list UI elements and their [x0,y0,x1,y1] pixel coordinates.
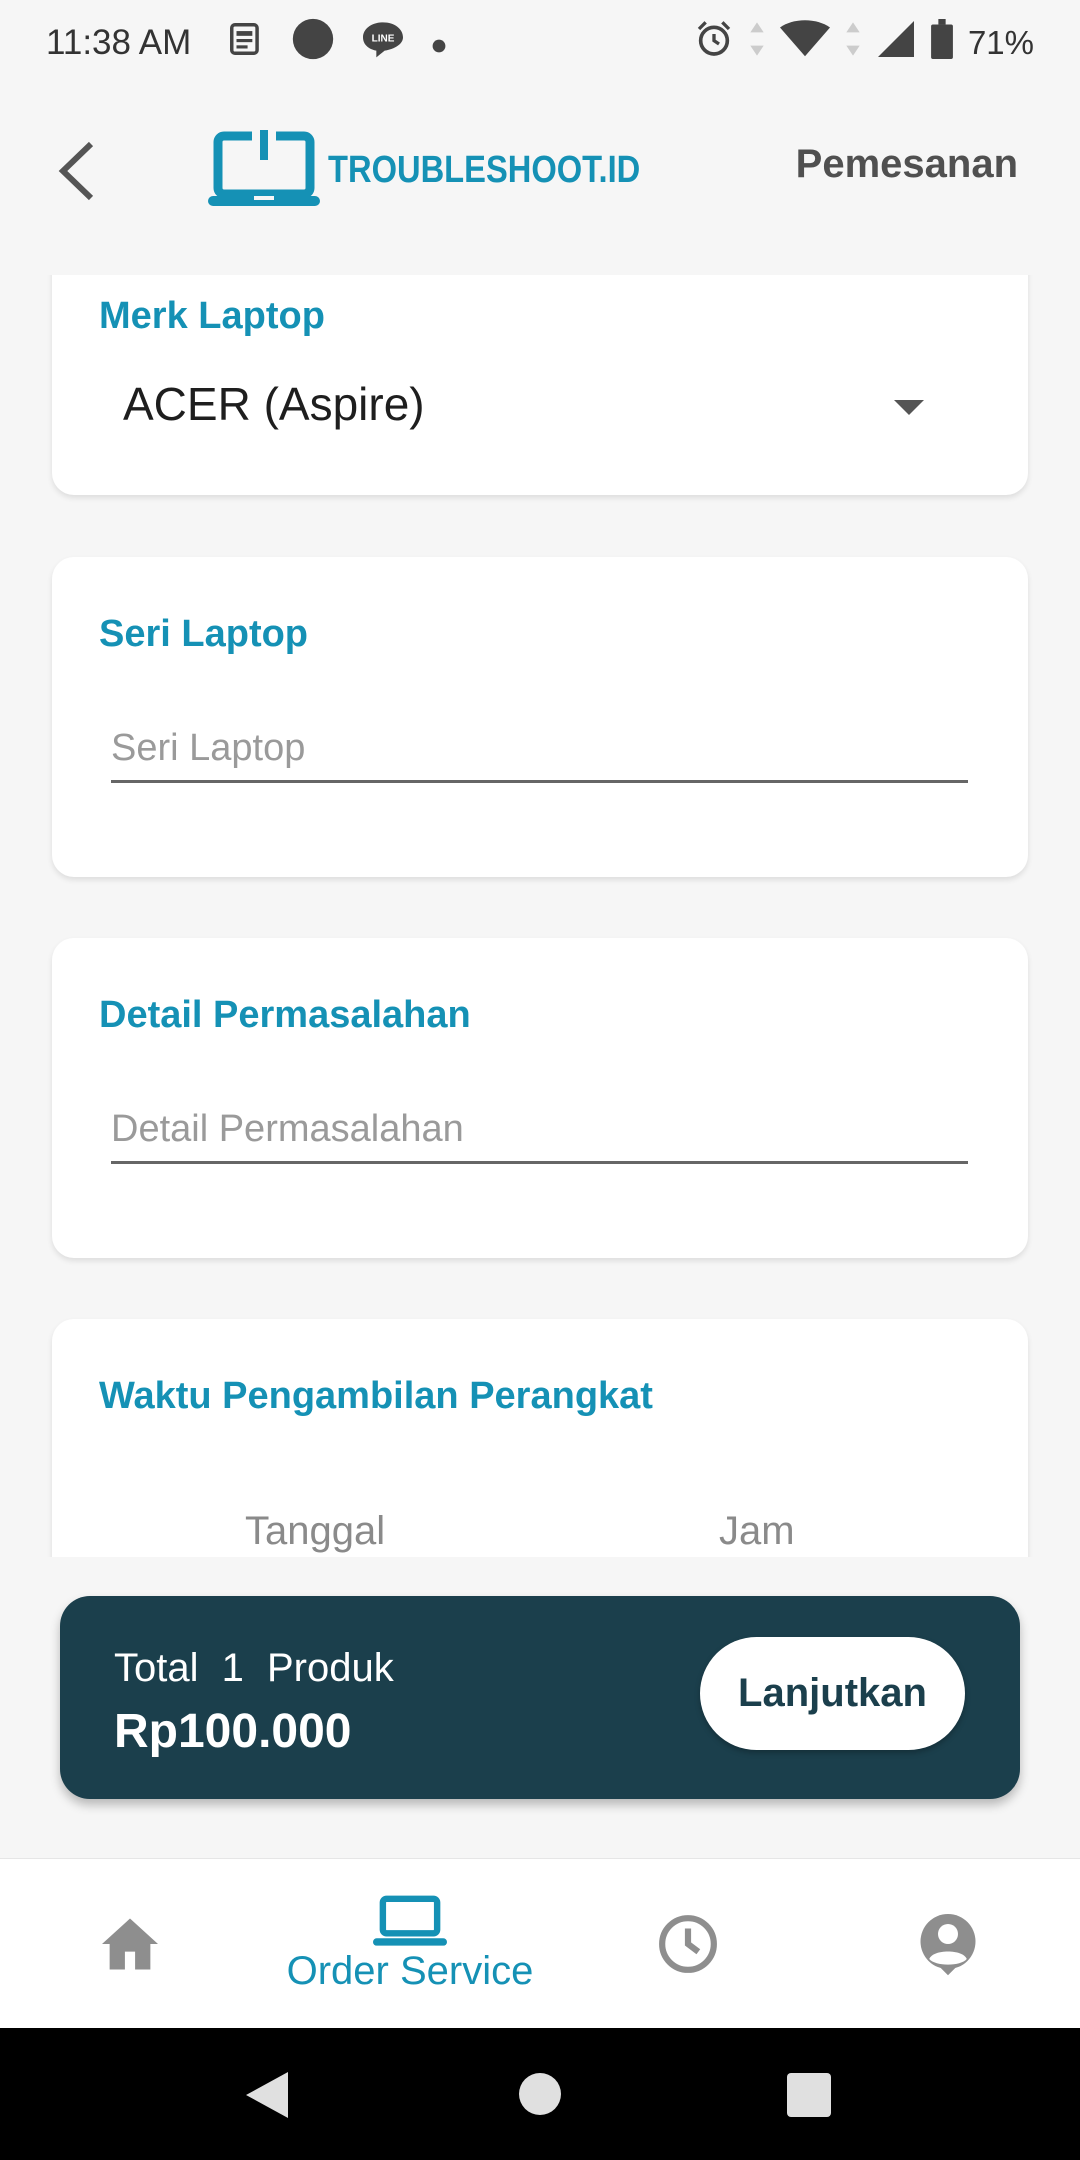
data-arrows-icon [844,19,862,68]
time-label[interactable]: Jam [719,1509,795,1554]
product-unit: Produk [267,1646,394,1690]
series-input[interactable] [111,717,968,780]
logo: TROUBLESHOOT.ID [208,130,691,210]
clock-icon [659,1915,717,1973]
circle-home-icon [519,2073,561,2115]
dot-icon [431,24,447,63]
problem-input[interactable] [111,1098,968,1161]
alarm-icon [694,19,734,68]
form-content[interactable]: Merk Laptop ACER (Aspire) Seri Laptop De… [0,275,1080,1557]
brand-select[interactable]: ACER (Aspire) [123,377,425,431]
nav-history[interactable] [628,1859,748,2029]
product-count: 1 [221,1646,244,1690]
battery-icon [930,18,954,68]
series-label: Seri Laptop [99,613,309,655]
status-bar: 11:38 AM LINE 71% [0,0,1080,86]
pickup-label: Waktu Pengambilan Perangkat [99,1375,653,1417]
signal-icon [876,19,916,68]
system-back-button[interactable] [244,2070,290,2125]
nav-profile[interactable] [888,1859,1008,2029]
data-arrows-icon [748,19,766,68]
total-word: Total [114,1646,199,1690]
profile-icon [920,1914,976,1976]
battery-percent: 71% [967,24,1034,61]
square-recents-icon [787,2073,831,2117]
total-products: Total 1 Produk [114,1646,394,1691]
status-time: 11:38 AM [46,23,192,62]
laptop-icon [373,1895,447,1946]
logo-text: TROUBLESHOOT.ID [328,148,641,191]
chevron-left-icon [58,141,94,201]
system-recents-button[interactable] [786,2072,832,2123]
problem-card: Detail Permasalahan [52,938,1028,1258]
wifi-icon [779,19,830,68]
date-label[interactable]: Tanggal [245,1509,385,1554]
brand-label: Merk Laptop [99,295,325,337]
problem-field[interactable] [111,1098,968,1164]
nav-order-service-label: Order Service [286,1948,534,1993]
svg-text:LINE: LINE [372,33,395,44]
order-summary-bar: Total 1 Produk Rp100.000 Lanjutkan [60,1596,1020,1799]
triangle-back-icon [246,2072,288,2118]
circle-icon [291,17,335,70]
series-card: Seri Laptop [52,557,1028,877]
system-home-button[interactable] [518,2072,562,2121]
nav-order-service[interactable]: Order Service [260,1859,560,2029]
system-nav-bar [0,2028,1080,2160]
back-button[interactable] [42,136,112,206]
line-app-icon: LINE [361,19,405,68]
bottom-nav: Order Service [0,1858,1080,2028]
news-icon [227,20,265,67]
pickup-card: Waktu Pengambilan Perangkat Tanggal Jam [52,1319,1028,1557]
total-price: Rp100.000 [114,1705,352,1758]
series-field[interactable] [111,717,968,783]
dropdown-caret-icon[interactable] [894,400,924,415]
continue-button[interactable]: Lanjutkan [700,1637,965,1750]
nav-home[interactable] [70,1859,190,2029]
page-title: Pemesanan [795,142,1018,186]
home-icon [102,1918,158,1970]
problem-label: Detail Permasalahan [99,994,471,1036]
brand-card: Merk Laptop ACER (Aspire) [52,275,1028,495]
app-header: TROUBLESHOOT.ID Pemesanan [0,100,1080,240]
laptop-logo-icon [208,130,320,206]
